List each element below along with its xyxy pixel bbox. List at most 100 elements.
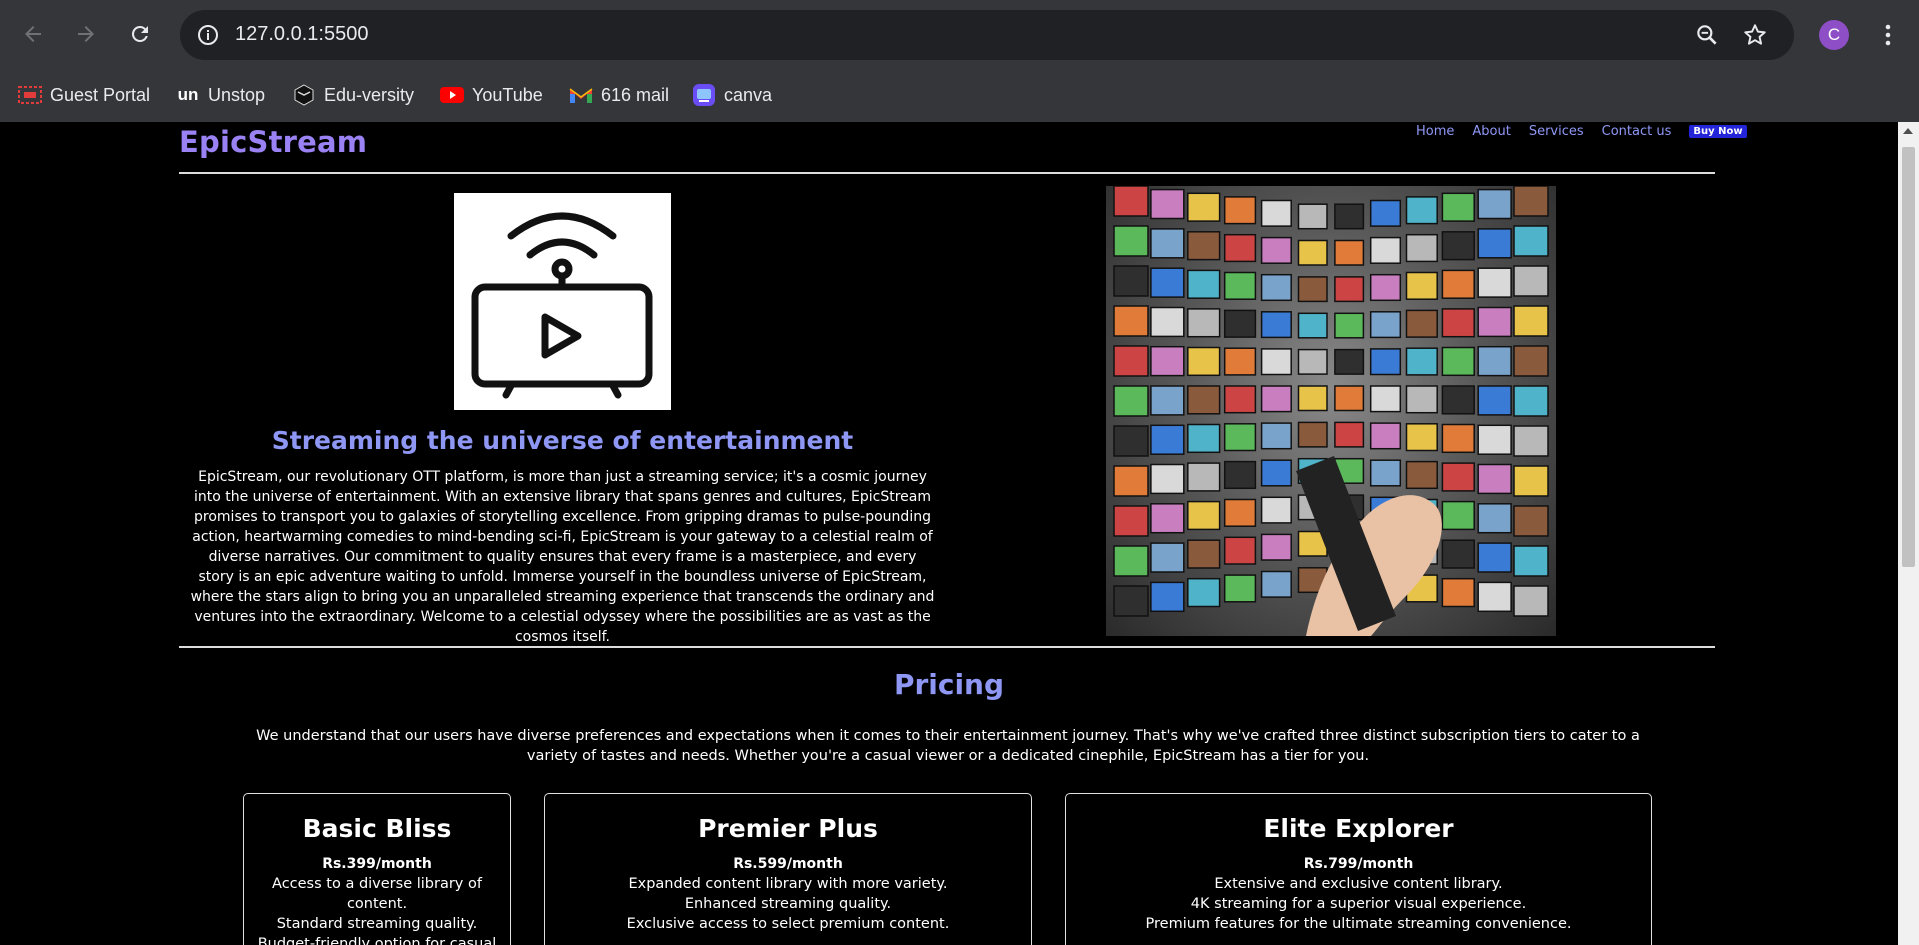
tv-tile [1260,236,1292,264]
browser-menu-button[interactable] [1872,18,1904,52]
tv-tile [1150,345,1185,377]
tv-streaming-icon [454,193,671,410]
tv-tile [1369,236,1402,264]
bookmark-guest-portal[interactable]: Guest Portal [18,80,150,110]
tv-tile [1405,196,1438,225]
plan-feature: Budget-friendly option for casual [257,936,497,945]
forward-button[interactable] [68,16,104,52]
zoom-icon[interactable] [1694,22,1720,48]
plan-feature: Extensive and exclusive content library. [1214,876,1503,892]
tv-tile [1477,581,1512,613]
tv-tile [1187,231,1221,261]
bookmark-youtube[interactable]: YouTube [440,80,543,110]
tv-tile [1187,500,1221,531]
tv-tile [1187,192,1221,222]
scrollbar-thumb[interactable] [1902,147,1915,567]
tv-tile [1513,505,1549,537]
pricing-intro: We understand that our users have divers… [256,728,1640,764]
tv-tile [1113,345,1149,377]
tv-tile [1187,423,1221,454]
plan-name: Basic Bliss [302,814,452,843]
tv-tile [1113,425,1149,457]
bookmark-star-icon[interactable] [1742,22,1768,48]
site-logo[interactable]: EpicStream [179,125,367,159]
tv-tile [1405,271,1438,300]
address-bar[interactable]: 127.0.0.1:5500 [180,10,1794,60]
tv-tile [1441,539,1475,569]
back-button[interactable] [15,16,51,52]
tv-tile [1150,542,1185,573]
tv-tile [1477,424,1512,455]
plan-card-premier[interactable]: Premier Plus Rs.599/month Expanded conte… [544,793,1032,945]
tv-tile [1513,545,1549,577]
bookmarks-bar: Guest Portal un Unstop Edu-versity YouTu… [0,70,1919,122]
tv-tile [1150,267,1185,298]
page-scrollbar[interactable] [1898,122,1919,945]
section-divider [179,646,1715,648]
tv-tile [1260,533,1292,561]
tv-tile [1113,305,1149,337]
tv-tile [1297,239,1328,266]
tv-tile [1150,424,1185,455]
tv-tile [1187,385,1221,415]
tv-tile [1477,188,1512,220]
bookmark-unstop[interactable]: un Unstop [176,80,265,110]
tv-tile [1187,308,1221,338]
tv-tile [1297,385,1328,412]
tv-tile [1297,276,1328,303]
bookmark-label: Unstop [208,84,266,105]
bookmark-label: Guest Portal [50,84,151,105]
more-vert-icon [1885,24,1891,46]
plan-feature: Standard streaming quality. [276,916,478,932]
tv-tile [1150,463,1185,495]
tv-tile [1441,500,1475,531]
bookmark-616-mail[interactable]: 616 mail [569,80,669,110]
tv-tile [1187,462,1221,492]
tv-tile [1477,542,1512,573]
tv-tile [1334,312,1365,339]
tv-tile [1223,574,1257,603]
tv-tile [1334,203,1365,230]
plan-price: Rs.599/month [733,856,843,872]
tv-tile [1513,186,1549,217]
profile-avatar[interactable]: C [1819,20,1849,50]
nav-contact-link[interactable]: Contact us [1602,124,1672,139]
eduversity-icon [292,83,316,107]
bookmark-eduversity[interactable]: Edu-versity [292,80,414,110]
tv-tile [1334,348,1365,375]
tv-tile [1369,199,1402,227]
tv-tile [1334,276,1365,303]
nav-services-link[interactable]: Services [1529,124,1584,139]
tv-tile [1441,269,1475,299]
tv-tile [1513,385,1549,417]
nav-about-link[interactable]: About [1472,124,1510,139]
reload-icon [131,25,148,42]
tv-tile [1513,465,1549,497]
tv-tile [1260,348,1292,376]
plan-name: Elite Explorer [1263,814,1454,843]
buy-now-button[interactable]: Buy Now [1689,125,1747,138]
tv-wall-remote-image [1106,186,1556,636]
site-info-icon[interactable] [196,23,220,47]
bookmark-label: 616 mail [601,84,670,105]
url-text[interactable]: 127.0.0.1:5500 [235,23,368,46]
scroll-up-arrow-icon[interactable] [1903,128,1913,134]
tv-tile [1369,348,1402,376]
nav-home-link[interactable]: Home [1416,124,1454,139]
browser-chrome: 127.0.0.1:5500 C Guest Portal un Unstop … [0,0,1919,122]
tv-tile [1297,348,1328,375]
plan-card-elite[interactable]: Elite Explorer Rs.799/month Extensive an… [1065,793,1652,945]
page-viewport: EpicStream Home About Services Contact u… [0,122,1898,945]
tv-tile [1150,228,1185,259]
plan-feature: Enhanced streaming quality. [684,896,892,912]
tv-tile [1113,585,1149,617]
bookmark-label: canva [724,84,773,105]
bookmark-canva[interactable]: canva [692,80,772,110]
tv-tile [1441,308,1475,338]
plan-card-basic[interactable]: Basic Bliss Rs.399/month Access to a div… [243,793,511,945]
tv-tile [1223,498,1257,527]
tv-tile [1187,539,1221,569]
reload-button[interactable] [122,16,158,52]
tv-tile [1334,421,1365,448]
tv-tile [1150,503,1185,534]
